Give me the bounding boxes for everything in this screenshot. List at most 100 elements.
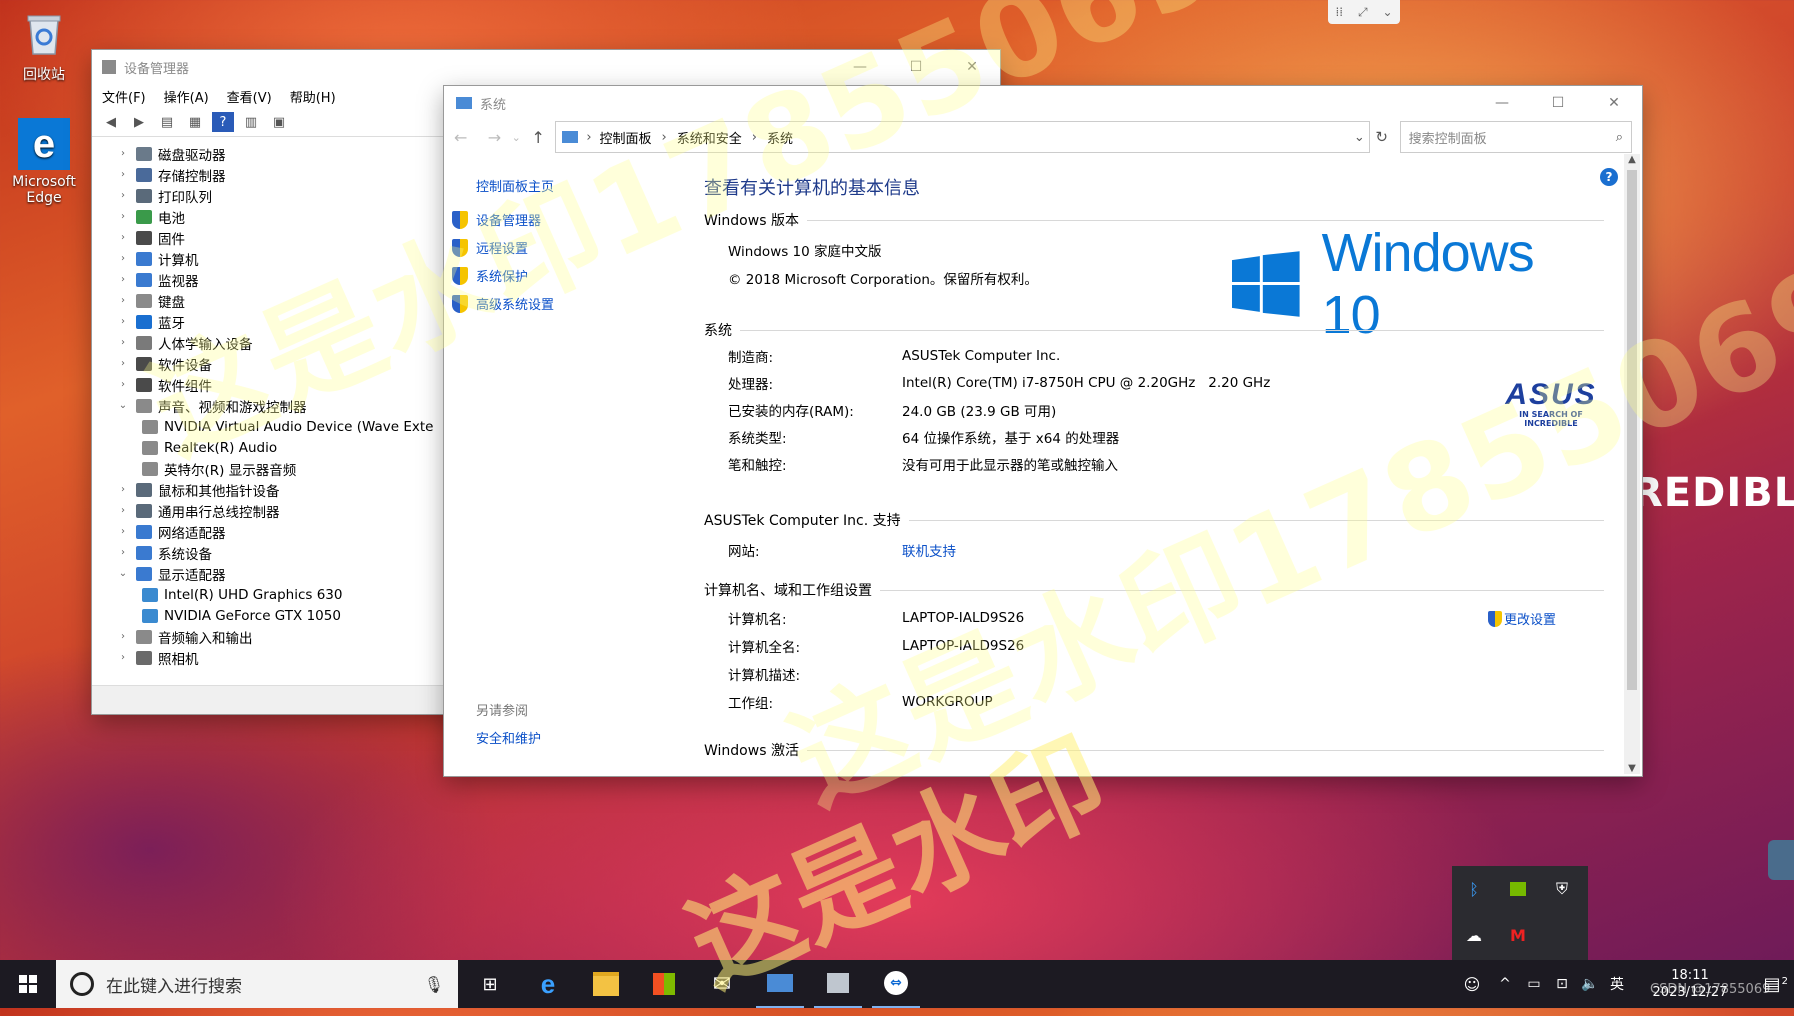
desktop-icon-recycle-bin[interactable]: 回收站 xyxy=(4,8,84,84)
security-shield-icon[interactable]: ⛨ xyxy=(1556,879,1568,899)
device-manager-taskbar-icon[interactable] xyxy=(814,960,862,1008)
change-settings-link[interactable]: 更改设置 xyxy=(1488,609,1556,628)
address-bar[interactable]: › 控制面板 › 系统和安全 › 系统 ⌄ xyxy=(555,121,1370,153)
device-category-icon xyxy=(136,356,152,371)
refresh-icon[interactable]: ↻ xyxy=(1370,128,1394,146)
clock[interactable]: 18:11 2023/12/27 CSDN @17855069 xyxy=(1630,967,1770,1001)
address-dropdown-icon[interactable]: ⌄ xyxy=(1354,130,1365,145)
volume-icon[interactable]: 🔈 xyxy=(1576,976,1604,992)
taskbar-edge-icon[interactable]: e xyxy=(524,960,572,1008)
file-explorer-icon[interactable] xyxy=(582,960,630,1008)
expand-chevron-icon[interactable]: › xyxy=(116,169,130,180)
expand-chevron-icon[interactable]: › xyxy=(116,148,130,159)
breadcrumb-system[interactable]: 系统 xyxy=(767,128,793,147)
breadcrumb-system-security[interactable]: 系统和安全 xyxy=(677,128,742,147)
scroll-thumb[interactable] xyxy=(1627,170,1637,690)
task-view-button[interactable]: ⊞ xyxy=(466,960,514,1008)
microphone-icon[interactable]: 🎙 xyxy=(424,975,444,994)
system-app-icon[interactable] xyxy=(756,960,804,1008)
tray-chevron-up-icon[interactable]: ^ xyxy=(1490,976,1520,992)
expand-chevron-icon[interactable]: › xyxy=(116,526,130,537)
minimize-button[interactable]: — xyxy=(832,50,888,84)
search-input[interactable]: 搜索控制面板 xyxy=(1409,128,1487,147)
chevron-down-icon[interactable]: ⌄ xyxy=(1382,5,1392,19)
control-panel-home-link[interactable]: 控制面板主页 xyxy=(476,176,554,195)
scroll-down-icon[interactable]: ▼ xyxy=(1624,763,1640,774)
minimize-button[interactable]: — xyxy=(1474,86,1530,120)
collapse-chevron-icon[interactable]: ⌄ xyxy=(116,400,130,411)
view-icon[interactable]: ▥ xyxy=(240,112,262,132)
taskbar-search-box[interactable]: 在此键入进行搜索 🎙 xyxy=(56,960,458,1008)
taskbar-search-input[interactable]: 在此键入进行搜索 xyxy=(106,972,242,997)
forward-arrow-icon[interactable]: ▶ xyxy=(128,112,150,132)
start-button[interactable] xyxy=(0,960,56,1008)
forward-arrow-icon[interactable]: → xyxy=(488,128,512,147)
search-icon[interactable]: ⌕ xyxy=(1616,130,1623,145)
breadcrumb-control-panel[interactable]: 控制面板 xyxy=(600,128,652,147)
expand-chevron-icon[interactable]: › xyxy=(116,337,130,348)
left-link-device-manager[interactable]: 设备管理器 xyxy=(452,210,541,229)
nvidia-icon[interactable] xyxy=(1510,882,1526,896)
store-icon[interactable] xyxy=(640,960,688,1008)
teamviewer-icon[interactable]: ⇔ xyxy=(872,960,920,1008)
mcafee-icon[interactable]: M xyxy=(1510,926,1526,945)
up-arrow-icon[interactable]: ↑ xyxy=(531,128,555,147)
expand-chevron-icon[interactable]: › xyxy=(116,547,130,558)
device-manager-titlebar[interactable]: 设备管理器 — ☐ ✕ xyxy=(92,50,1000,84)
expand-chevron-icon[interactable]: › xyxy=(116,316,130,327)
battery-icon[interactable]: ▭ xyxy=(1520,976,1548,992)
security-maintenance-link[interactable]: 安全和维护 xyxy=(476,728,541,747)
vertical-scrollbar[interactable]: ▲ ▼ xyxy=(1624,154,1640,774)
search-box[interactable]: 搜索控制面板 ⌕ xyxy=(1399,121,1633,153)
left-link-remote[interactable]: 远程设置 xyxy=(452,238,528,257)
expand-chevron-icon[interactable]: › xyxy=(116,295,130,306)
details-icon[interactable]: ▦ xyxy=(184,112,206,132)
online-support-link[interactable]: 联机支持 xyxy=(902,540,956,560)
network-icon[interactable]: ⊡ xyxy=(1548,976,1576,992)
people-icon[interactable]: ☺ xyxy=(1454,975,1490,994)
maximize-button[interactable]: ☐ xyxy=(888,50,944,84)
expand-chevron-icon[interactable]: › xyxy=(116,274,130,285)
page-title: 查看有关计算机的基本信息 xyxy=(704,178,920,199)
menu-help[interactable]: 帮助(H) xyxy=(290,87,336,106)
scroll-up-icon[interactable]: ▲ xyxy=(1624,154,1640,170)
expand-chevron-icon[interactable]: › xyxy=(116,190,130,201)
menu-action[interactable]: 操作(A) xyxy=(164,87,209,106)
system-header: 系统 xyxy=(704,323,732,339)
close-button[interactable]: ✕ xyxy=(1586,86,1642,120)
device-tree-label: 人体学输入设备 xyxy=(158,336,253,353)
monitor-scan-icon[interactable]: ▣ xyxy=(268,112,290,132)
fullscreen-icon[interactable]: ⤢ xyxy=(1358,5,1368,20)
desktop-icon-edge[interactable]: e Microsoft Edge xyxy=(4,118,84,206)
ime-indicator[interactable]: 英 xyxy=(1604,974,1630,994)
recent-chevron-icon[interactable]: ⌄ xyxy=(512,131,532,144)
expand-chevron-icon[interactable]: › xyxy=(116,652,130,663)
mail-icon[interactable]: ✉ xyxy=(698,960,746,1008)
back-arrow-icon[interactable]: ← xyxy=(454,128,488,147)
expand-chevron-icon[interactable]: › xyxy=(116,232,130,243)
bluetooth-icon[interactable]: ᛒ xyxy=(1469,880,1479,899)
help-icon[interactable]: ? xyxy=(1600,168,1618,186)
expand-chevron-icon[interactable]: › xyxy=(116,631,130,642)
expand-chevron-icon[interactable]: › xyxy=(116,253,130,264)
collapse-chevron-icon[interactable]: ⌄ xyxy=(116,568,130,579)
expand-chevron-icon[interactable]: › xyxy=(116,484,130,495)
close-button[interactable]: ✕ xyxy=(944,50,1000,84)
system-titlebar[interactable]: 系统 — ☐ ✕ xyxy=(444,86,1642,120)
help-icon[interactable]: ? xyxy=(212,112,234,132)
snap-toolbar[interactable]: ⁞⁞ ⤢ ⌄ xyxy=(1328,0,1400,24)
onedrive-cloud-icon[interactable]: ☁ xyxy=(1466,926,1482,945)
action-center-button[interactable]: ▤ 2 xyxy=(1750,974,1794,995)
left-link-advanced[interactable]: 高级系统设置 xyxy=(452,294,554,313)
maximize-button[interactable]: ☐ xyxy=(1530,86,1586,120)
expand-chevron-icon[interactable]: › xyxy=(116,211,130,222)
side-widget[interactable] xyxy=(1768,840,1794,880)
back-arrow-icon[interactable]: ◀ xyxy=(100,112,122,132)
menu-view[interactable]: 查看(V) xyxy=(227,87,272,106)
expand-chevron-icon[interactable]: › xyxy=(116,358,130,369)
left-link-protection[interactable]: 系统保护 xyxy=(452,266,528,285)
expand-chevron-icon[interactable]: › xyxy=(116,505,130,516)
menu-file[interactable]: 文件(F) xyxy=(102,87,146,106)
properties-icon[interactable]: ▤ xyxy=(156,112,178,132)
expand-chevron-icon[interactable]: › xyxy=(116,379,130,390)
